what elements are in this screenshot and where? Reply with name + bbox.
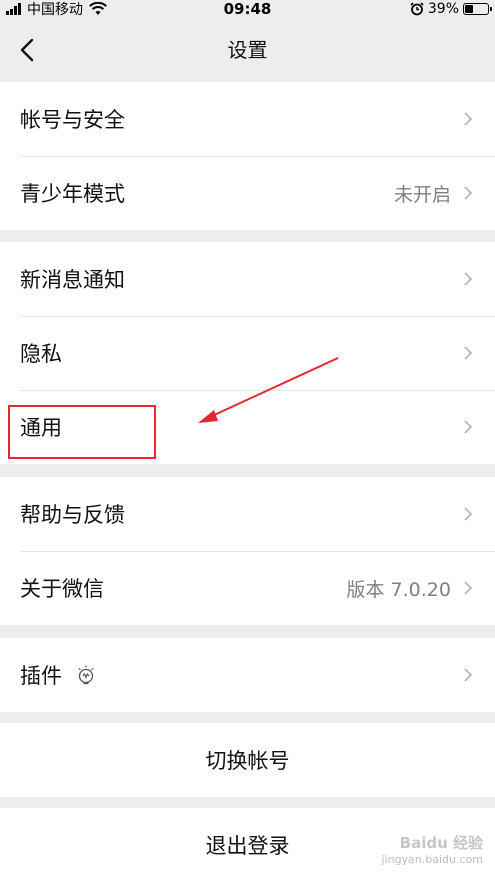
settings-item-label: 关于微信 — [20, 577, 104, 601]
chevron-right-icon — [464, 668, 473, 682]
settings-item-label: 通用 — [20, 416, 62, 440]
chevron-right-icon — [464, 346, 473, 360]
settings-item-plugins[interactable]: 插件 — [0, 638, 495, 712]
settings-group-notifications: 新消息通知 隐私 通用 — [0, 242, 495, 464]
alarm-icon — [410, 2, 424, 16]
watermark-url: jingyan.baidu.com — [381, 853, 483, 866]
settings-item-help-feedback[interactable]: 帮助与反馈 — [0, 477, 495, 551]
settings-item-about[interactable]: 关于微信 版本 7.0.20 — [0, 551, 495, 625]
settings-item-teen-mode[interactable]: 青少年模式 未开启 — [0, 156, 495, 230]
settings-item-value: 未开启 — [393, 183, 451, 206]
settings-item-label: 插件 — [20, 664, 62, 688]
settings-item-label: 隐私 — [20, 342, 62, 366]
chevron-right-icon — [464, 507, 473, 521]
settings-item-label: 新消息通知 — [20, 268, 125, 292]
settings-item-privacy[interactable]: 隐私 — [0, 316, 495, 390]
status-bar: 中国移动 09:48 39% — [0, 0, 495, 18]
settings-item-general[interactable]: 通用 — [0, 390, 495, 464]
settings-item-label: 帐号与安全 — [20, 108, 125, 132]
settings-item-account-security[interactable]: 帐号与安全 — [0, 82, 495, 156]
chevron-right-icon — [464, 186, 473, 200]
settings-item-notifications[interactable]: 新消息通知 — [0, 242, 495, 316]
watermark: Baidu 经验 jingyan.baidu.com — [381, 832, 483, 866]
settings-item-label: 青少年模式 — [20, 182, 125, 206]
settings-group-help: 帮助与反馈 关于微信 版本 7.0.20 — [0, 477, 495, 625]
battery-percent: 39% — [427, 1, 459, 17]
battery-icon — [463, 3, 492, 15]
chevron-right-icon — [464, 581, 473, 595]
switch-account-group: 切换帐号 — [0, 723, 495, 797]
watermark-brand: Baidu 经验 — [399, 834, 483, 852]
chevron-right-icon — [464, 272, 473, 286]
switch-account-button[interactable]: 切换帐号 — [0, 723, 495, 797]
page-title: 设置 — [227, 38, 268, 62]
chevron-right-icon — [464, 112, 473, 126]
chevron-right-icon — [464, 420, 473, 434]
nav-bar: 设置 — [0, 18, 495, 82]
settings-item-value: 版本 7.0.20 — [346, 578, 451, 601]
settings-item-label: 帮助与反馈 — [20, 503, 125, 527]
lightbulb-icon — [78, 665, 94, 685]
settings-group-plugins: 插件 — [0, 638, 495, 712]
settings-group-account: 帐号与安全 青少年模式 未开启 — [0, 82, 495, 230]
